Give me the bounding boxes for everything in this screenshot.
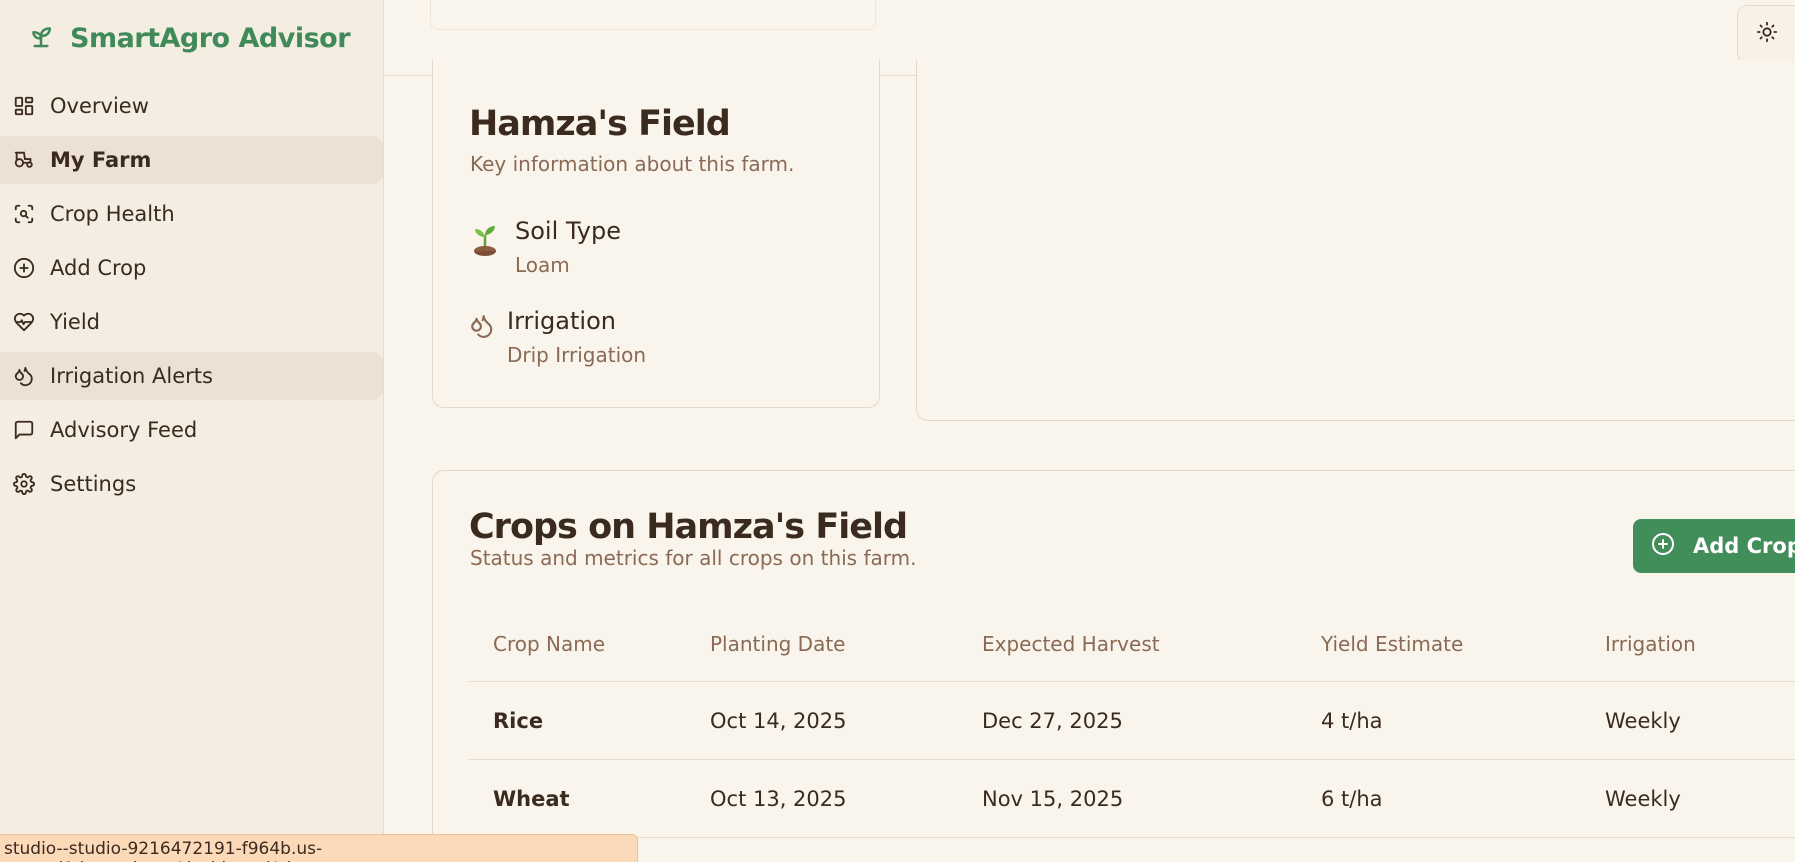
plus-circle-icon [12, 256, 36, 280]
planting-date-cell: Oct 14, 2025 [710, 708, 847, 733]
brand-name: SmartAgro Advisor [70, 22, 351, 54]
table-row[interactable]: Rice Oct 14, 2025 Dec 27, 2025 4 t/ha We… [469, 682, 1795, 760]
column-header[interactable]: Expected Harvest [982, 632, 1321, 656]
sidebar-item-crop-health[interactable]: Crop Health [0, 190, 383, 238]
brand[interactable]: SmartAgro Advisor [26, 18, 351, 58]
irrigation-cell: Weekly [1605, 786, 1681, 811]
soil-type-value: Loam [515, 253, 570, 277]
sidebar-item-label: My Farm [50, 148, 152, 172]
column-header[interactable]: Crop Name [469, 632, 710, 656]
sidebar-item-label: Yield [50, 310, 100, 334]
sidebar-item-advisory-feed[interactable]: Advisory Feed [0, 406, 383, 454]
sidebar-item-label: Crop Health [50, 202, 175, 226]
heart-pulse-icon [12, 310, 36, 334]
column-header[interactable]: Planting Date [710, 632, 982, 656]
sidebar-item-yield[interactable]: Yield [0, 298, 383, 346]
add-crop-button[interactable]: Add Crop [1633, 519, 1795, 573]
seedling-icon [469, 221, 501, 277]
add-crop-label: Add Crop [1693, 534, 1795, 558]
link-preview-status-bar: studio--studio-9216472191-f964b.us-centr… [0, 834, 638, 862]
sidebar-item-settings[interactable]: Settings [0, 460, 383, 508]
gear-icon [12, 472, 36, 496]
crops-card: Crops on Hamza's Field Status and metric… [432, 470, 1795, 862]
table-row[interactable]: Wheat Oct 13, 2025 Nov 15, 2025 6 t/ha W… [469, 760, 1795, 838]
sidebar-item-label: Settings [50, 472, 137, 496]
droplets-icon [12, 364, 36, 388]
message-square-icon [12, 418, 36, 442]
irrigation-cell: Weekly [1605, 708, 1681, 733]
yield-estimate-cell: 6 t/ha [1321, 786, 1383, 811]
theme-toggle-button[interactable] [1737, 5, 1795, 63]
soil-type-row: Soil Type Loam [469, 217, 621, 277]
sprout-icon [26, 19, 56, 57]
planting-date-cell: Oct 13, 2025 [710, 786, 847, 811]
sidebar-item-label: Irrigation Alerts [50, 364, 213, 388]
plus-circle-icon [1651, 532, 1675, 561]
sidebar-item-irrigation-alerts[interactable]: Irrigation Alerts [0, 352, 383, 400]
sun-icon [1756, 21, 1778, 47]
expected-harvest-cell: Dec 27, 2025 [982, 708, 1123, 733]
table-header-row: Crop Name Planting Date Expected Harvest… [469, 606, 1795, 682]
tractor-icon [12, 148, 36, 172]
soil-type-label: Soil Type [515, 217, 622, 245]
yield-estimate-cell: 4 t/ha [1321, 708, 1383, 733]
sidebar-item-label: Add Crop [50, 256, 147, 280]
crop-name-cell: Wheat [493, 786, 570, 811]
crop-name-cell: Rice [493, 708, 544, 733]
sidebar-item-add-crop[interactable]: Add Crop [0, 244, 383, 292]
crops-title: Crops on Hamza's Field [469, 507, 908, 547]
irrigation-label: Irrigation [507, 307, 616, 335]
sidebar-nav: Overview My Farm Crop Health Add Crop Yi… [0, 82, 384, 514]
irrigation-value: Drip Irrigation [507, 343, 647, 367]
sidebar-item-label: Overview [50, 94, 149, 118]
sidebar-item-label: Advisory Feed [50, 418, 198, 442]
field-subtitle: Key information about this farm. [470, 152, 795, 176]
crops-table: Crop Name Planting Date Expected Harvest… [469, 606, 1795, 838]
irrigation-row: Irrigation Drip Irrigation [469, 307, 646, 367]
droplets-icon [469, 313, 495, 367]
field-title: Hamza's Field [469, 104, 731, 144]
field-map-card [916, 60, 1795, 421]
sidebar: SmartAgro Advisor Overview My Farm Crop … [0, 0, 384, 862]
sidebar-item-overview[interactable]: Overview [0, 82, 383, 130]
header-search-area [430, 0, 876, 30]
field-info-card: Hamza's Field Key information about this… [432, 60, 880, 408]
expected-harvest-cell: Nov 15, 2025 [982, 786, 1124, 811]
layout-grid-icon [12, 94, 36, 118]
scan-search-icon [12, 202, 36, 226]
crops-subtitle: Status and metrics for all crops on this… [470, 546, 917, 570]
column-header[interactable]: Irrigation [1605, 632, 1795, 656]
sidebar-item-my-farm[interactable]: My Farm [0, 136, 383, 184]
column-header[interactable]: Yield Estimate [1321, 632, 1605, 656]
